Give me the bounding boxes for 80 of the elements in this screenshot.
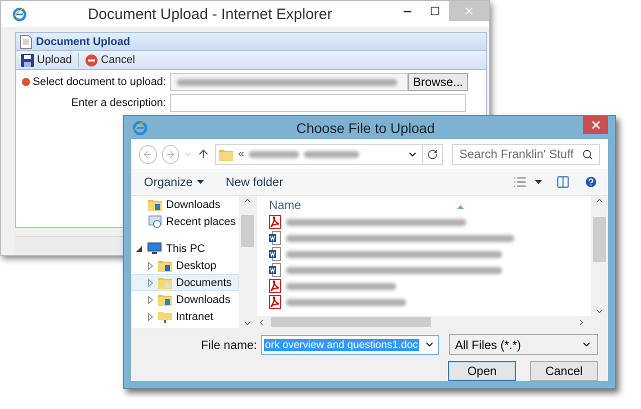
dialog-button[interactable]: Cancel bbox=[530, 361, 598, 381]
command-button[interactable]: Organize bbox=[144, 175, 204, 189]
browse-button[interactable]: Browse... bbox=[408, 73, 468, 91]
field-label: Select document to upload: bbox=[32, 76, 166, 88]
caret-icon[interactable] bbox=[196, 180, 204, 184]
pdf-file-icon bbox=[269, 295, 281, 309]
nav-item[interactable]: Recent places bbox=[131, 213, 239, 230]
window-title: Document Upload - Internet Explorer bbox=[86, 6, 334, 22]
scroll-left-icon[interactable] bbox=[257, 318, 266, 326]
nav-item[interactable]: Documents bbox=[131, 274, 239, 291]
browser-logo-icon bbox=[131, 119, 148, 136]
word-file-icon bbox=[269, 263, 281, 277]
name-column-header[interactable]: Name bbox=[269, 196, 591, 214]
document-icon bbox=[20, 34, 32, 48]
nav-item[interactable]: Downloads bbox=[131, 196, 239, 213]
file-path-field[interactable] bbox=[170, 73, 408, 91]
save-icon bbox=[21, 54, 34, 66]
folder-icon bbox=[158, 259, 172, 272]
pdf-file-icon bbox=[269, 215, 281, 229]
scroll-down-icon[interactable] bbox=[243, 319, 252, 328]
scrollbar[interactable] bbox=[591, 196, 608, 316]
scrollbar[interactable] bbox=[239, 196, 256, 328]
scrollbar-thumb[interactable] bbox=[241, 215, 254, 247]
word-file-icon bbox=[269, 231, 281, 245]
nav-item[interactable]: Intranet bbox=[131, 308, 239, 325]
toolbar-button[interactable]: Upload bbox=[19, 54, 74, 66]
pdf-file-icon bbox=[269, 279, 281, 293]
scrollbar-thumb[interactable] bbox=[271, 317, 431, 327]
scroll-down-icon[interactable] bbox=[595, 307, 604, 316]
blurred-text bbox=[249, 150, 300, 158]
back-button[interactable] bbox=[139, 144, 157, 164]
refresh-button[interactable] bbox=[423, 144, 444, 164]
collapsed-arrow-icon[interactable] bbox=[148, 278, 152, 286]
command-button[interactable]: New folder bbox=[226, 175, 284, 189]
nav-item[interactable]: This PC bbox=[131, 240, 239, 257]
scroll-right-icon[interactable] bbox=[577, 318, 586, 326]
close-button[interactable] bbox=[583, 116, 608, 134]
folder-icon bbox=[148, 198, 162, 211]
forward-button[interactable] bbox=[162, 144, 180, 164]
file-name-label: File name: bbox=[200, 338, 257, 352]
dialog-title: Choose File to Upload bbox=[295, 120, 436, 136]
back-arrow-icon[interactable] bbox=[142, 148, 154, 160]
up-arrow-icon[interactable] bbox=[197, 147, 210, 161]
field-label: Enter a description: bbox=[71, 97, 166, 109]
computer-icon bbox=[147, 242, 162, 255]
close-icon[interactable] bbox=[590, 119, 602, 131]
toolbar-button[interactable]: Cancel bbox=[82, 54, 138, 66]
nav-item[interactable]: Desktop bbox=[131, 257, 239, 274]
blurred-text bbox=[304, 150, 360, 158]
collapsed-arrow-icon[interactable] bbox=[148, 262, 152, 270]
word-file-icon bbox=[269, 247, 281, 261]
list-view-icon[interactable] bbox=[513, 175, 527, 189]
folder-icon bbox=[158, 293, 172, 306]
forward-arrow-icon[interactable] bbox=[164, 148, 176, 160]
folder-icon bbox=[158, 276, 172, 289]
scroll-up-icon[interactable] bbox=[243, 196, 252, 205]
cancel-icon bbox=[84, 54, 98, 66]
browser-logo-icon bbox=[11, 6, 27, 22]
refresh-icon[interactable] bbox=[427, 148, 438, 160]
collapsed-arrow-icon[interactable] bbox=[148, 296, 152, 304]
panel-title: Document Upload bbox=[36, 36, 130, 48]
address-bar[interactable]: « bbox=[215, 144, 424, 164]
network-folder-icon bbox=[158, 310, 172, 323]
sort-arrow-icon bbox=[457, 205, 464, 209]
folder-icon bbox=[219, 148, 234, 160]
preview-pane-icon[interactable] bbox=[556, 175, 570, 189]
collapsed-arrow-icon[interactable] bbox=[148, 312, 152, 320]
file-type-dropdown[interactable]: All Files (*.*) bbox=[449, 334, 598, 355]
search-field[interactable]: Search Franklin' Stuff bbox=[452, 144, 600, 164]
maximize-icon[interactable] bbox=[430, 6, 440, 16]
dialog-button[interactable]: Open bbox=[448, 361, 516, 381]
scrollbar-thumb[interactable] bbox=[593, 217, 606, 262]
search-icon[interactable] bbox=[582, 148, 593, 160]
scroll-up-icon[interactable] bbox=[595, 196, 604, 205]
recent-places-icon bbox=[148, 215, 162, 228]
nav-item[interactable]: Downloads bbox=[131, 291, 239, 308]
expanded-arrow-icon[interactable] bbox=[136, 246, 142, 252]
description-field[interactable] bbox=[170, 94, 466, 112]
caret-icon[interactable] bbox=[535, 180, 542, 184]
help-icon[interactable] bbox=[584, 175, 598, 189]
